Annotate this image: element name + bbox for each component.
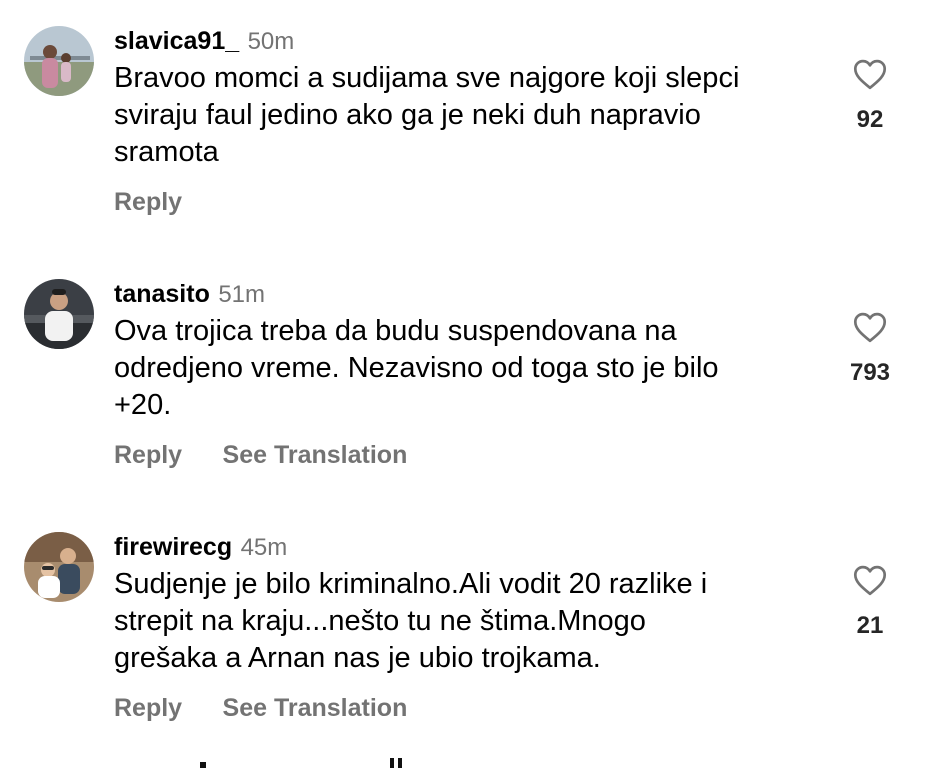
comment-header: slavica91_ 50m [114, 24, 294, 58]
comment-text: Sudjenje je bilo kriminalno.Ali vodit 20… [114, 566, 814, 677]
comment-text: Ova trojica treba da budu suspendovana n… [114, 313, 814, 424]
reply-button[interactable]: Reply [114, 694, 182, 722]
heart-outline-icon[interactable] [851, 562, 889, 598]
timestamp: 50m [247, 28, 295, 55]
username[interactable]: firewirecg [114, 533, 232, 561]
comment-text-line: strepit na kraju...nešto tu ne štima.Mno… [114, 605, 646, 637]
avatar-photo [24, 532, 94, 602]
comment-header: firewirecg 45m [114, 530, 287, 564]
comment-text-line: sramota [114, 136, 219, 168]
comment-header: tanasito 51m [114, 277, 265, 311]
like-count: 92 [856, 106, 884, 133]
reply-button[interactable]: Reply [114, 188, 182, 216]
like-count: 793 [849, 359, 891, 386]
comment-text-line: Sudjenje je bilo kriminalno.Ali vodit 20… [114, 568, 708, 600]
see-translation-button[interactable]: See Translation [223, 441, 408, 469]
timestamp: 51m [218, 281, 265, 308]
like-control: 92 [830, 56, 910, 134]
comment-text-line: Ova trojica treba da budu suspendovana n… [114, 315, 677, 347]
comment-text-line: grešaka a Arnan nas je ubio trojkama. [114, 642, 601, 674]
avatar[interactable] [24, 532, 94, 602]
avatar-photo [24, 26, 94, 96]
see-translation-button[interactable]: See Translation [223, 694, 408, 722]
comment-actions: Reply [114, 182, 218, 222]
comment-actions: Reply See Translation [114, 435, 443, 475]
reply-button[interactable]: Reply [114, 441, 182, 469]
like-control: 793 [830, 309, 910, 387]
heart-outline-icon[interactable] [851, 309, 889, 345]
timestamp: 45m [240, 534, 288, 561]
username[interactable]: tanasito [114, 280, 210, 308]
avatar[interactable] [24, 279, 94, 349]
avatar-photo [24, 279, 94, 349]
like-count: 21 [856, 612, 884, 639]
next-comment-clipped [200, 758, 402, 768]
comment-actions: Reply See Translation [114, 688, 443, 728]
heart-outline-icon[interactable] [851, 56, 889, 92]
comment-text-line: sviraju faul jedino ako ga je neki duh n… [114, 99, 701, 131]
username[interactable]: slavica91_ [114, 27, 239, 55]
comment-text: Bravoo momci a sudijama sve najgore koji… [114, 60, 814, 171]
comment-text-line: Bravoo momci a sudijama sve najgore koji… [114, 62, 740, 94]
comment-text-line: odredjeno vreme. Nezavisno od toga sto j… [114, 352, 719, 384]
like-control: 21 [830, 562, 910, 640]
comment-text-line: +20. [114, 389, 172, 421]
avatar[interactable] [24, 26, 94, 96]
